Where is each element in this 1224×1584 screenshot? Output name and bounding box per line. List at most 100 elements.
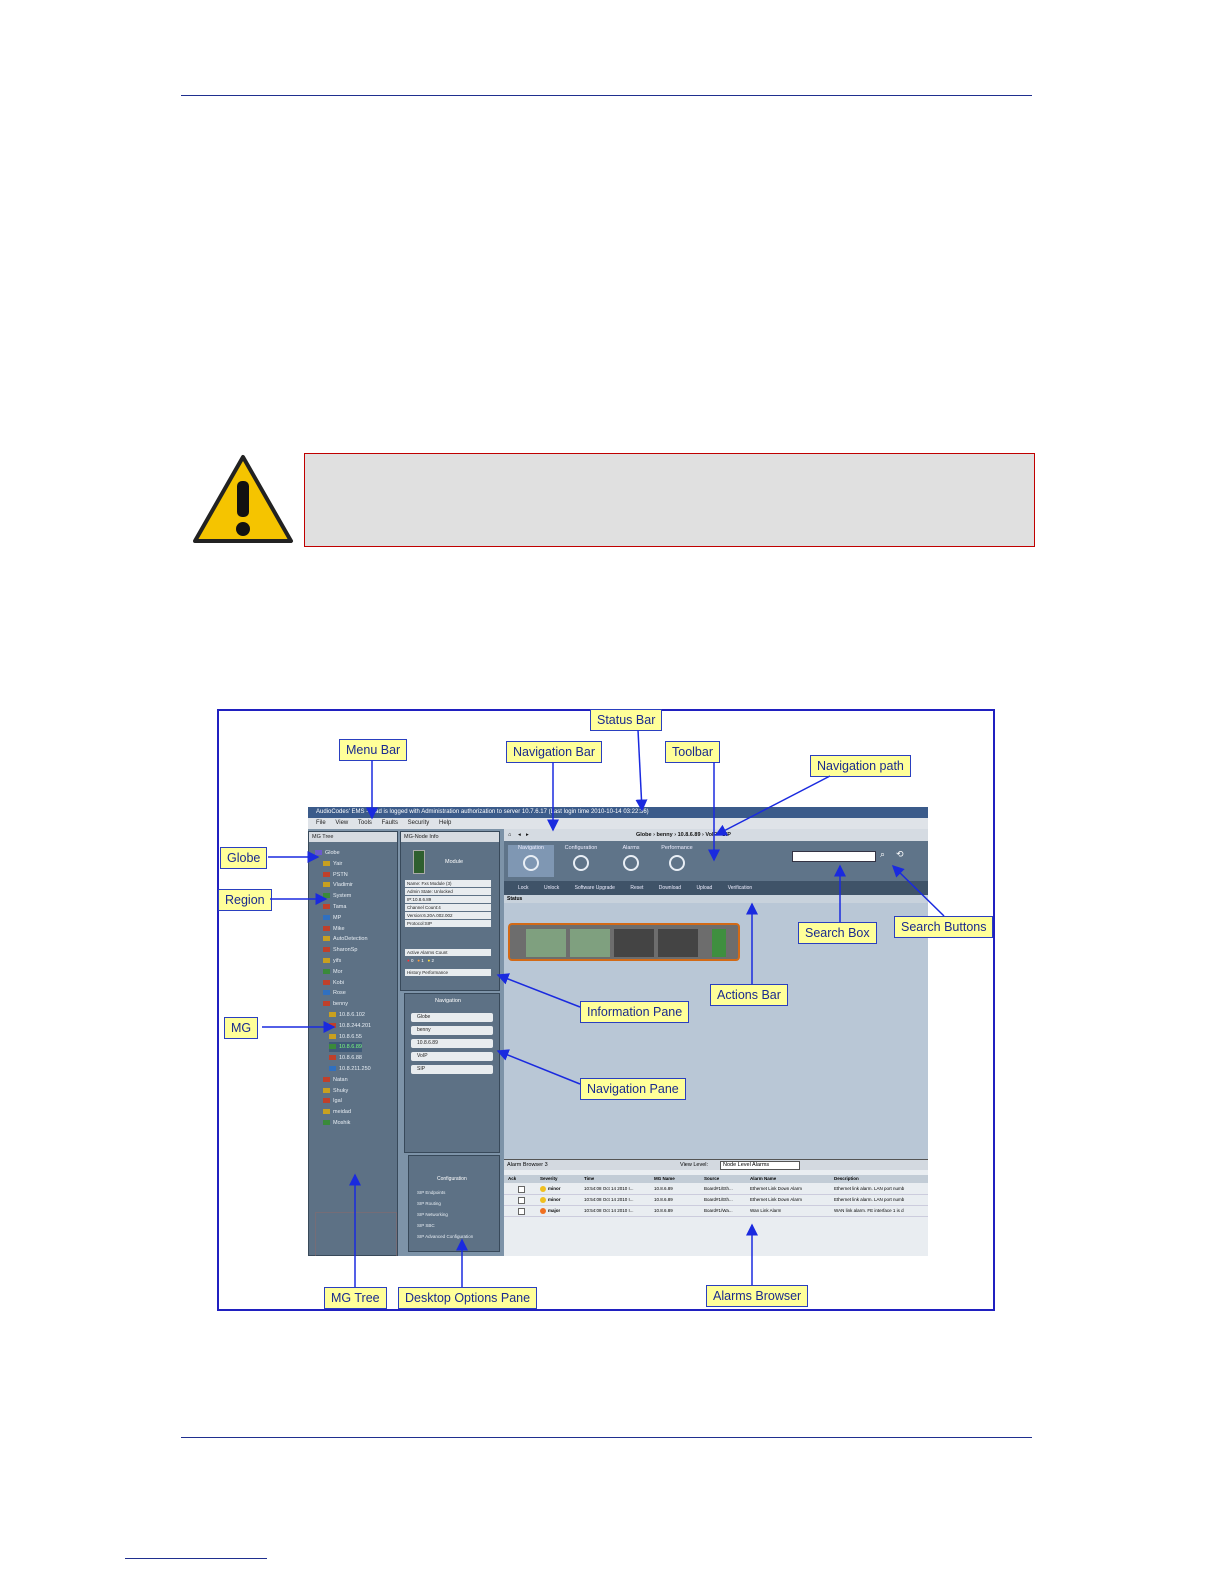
action-download[interactable]: Download <box>659 885 681 891</box>
ack-checkbox[interactable] <box>518 1197 525 1204</box>
table-row[interactable]: minor 10:54:08 Oct 14 2010 I... 10.8.6.89 B… <box>504 1195 928 1206</box>
tab-navigation[interactable]: Navigation <box>508 845 554 877</box>
nav-item-sip[interactable]: SIP <box>411 1065 493 1074</box>
search-icon[interactable]: ⌕ <box>880 849 885 860</box>
menu-tools[interactable]: Tools <box>358 820 372 826</box>
option-sip-advanced[interactable]: SIP Advanced Configuration <box>417 1234 473 1239</box>
minor-count: 2 <box>431 958 435 963</box>
mg-tree-item-label: 10.8.6.89 <box>339 1044 362 1051</box>
mg-tree-item-label: Igal <box>333 1098 342 1105</box>
mg-tree-item[interactable]: Moshik <box>323 1118 350 1128</box>
action-unlock[interactable]: Unlock <box>544 885 559 891</box>
mg-tree-item[interactable]: Yair <box>323 859 342 869</box>
nav-item-mg[interactable]: 10.8.6.89 <box>411 1039 493 1048</box>
menu-view[interactable]: View <box>335 820 348 826</box>
navigation-pane-header: Navigation <box>435 998 461 1004</box>
option-sip-sbc[interactable]: SIP SBC <box>417 1223 435 1228</box>
mg-tree-item[interactable]: 10.8.211.250 <box>329 1064 371 1074</box>
desktop-options-pane: Configuration SIP Endpoints SIP Routing … <box>408 1155 500 1252</box>
mg-tree-item[interactable]: 10.8.6.55 <box>329 1032 362 1042</box>
mg-tree-item[interactable]: Vladimir <box>323 880 353 890</box>
mg-tree-item[interactable]: Mike <box>323 924 345 934</box>
module-slot[interactable] <box>526 929 566 957</box>
home-icon[interactable]: ⌂ <box>508 829 511 841</box>
col-description[interactable]: Description <box>834 1175 859 1183</box>
mg-tree-item[interactable]: PSTN <box>323 870 348 880</box>
action-upload[interactable]: Upload <box>696 885 712 891</box>
option-sip-networking[interactable]: SIP Networking <box>417 1212 448 1217</box>
tab-configuration[interactable]: Configuration <box>558 845 604 877</box>
col-ack[interactable]: Ack <box>508 1175 516 1183</box>
mg-tree-item[interactable]: System <box>323 891 351 901</box>
mg-tree-item[interactable]: Shuky <box>323 1086 348 1096</box>
watermark-logo <box>315 1212 397 1256</box>
module-slot[interactable] <box>570 929 610 957</box>
view-level-select[interactable]: Node Level Alarms <box>720 1161 800 1170</box>
nav-item-globe[interactable]: Globe <box>411 1013 493 1022</box>
mg-tree-item[interactable]: 10.8.6.89 <box>329 1042 362 1053</box>
mg-tree-item[interactable]: AutoDetection <box>323 934 368 944</box>
menu-help[interactable]: Help <box>439 820 451 826</box>
mg-tree-item[interactable]: benny <box>323 999 348 1009</box>
action-software-upgrade[interactable]: Software Upgrade <box>575 885 615 891</box>
table-row[interactable]: minor 10:54:08 Oct 14 2010 I... 10.8.6.89 B… <box>504 1184 928 1195</box>
module-slot[interactable] <box>614 929 654 957</box>
ack-checkbox[interactable] <box>518 1186 525 1193</box>
mg-tree-item[interactable]: Rose <box>323 988 346 998</box>
path-sip[interactable]: SIP <box>722 832 731 838</box>
option-sip-routing[interactable]: SIP Routing <box>417 1201 441 1206</box>
mg-tree-item[interactable]: Globe <box>315 848 340 858</box>
menu-security[interactable]: Security <box>408 820 430 826</box>
tab-alarms[interactable]: Alarms <box>608 845 654 877</box>
mg-tree-item[interactable]: Tama <box>323 902 346 912</box>
action-lock[interactable]: Lock <box>518 885 529 891</box>
action-reset[interactable]: Reset <box>630 885 643 891</box>
mg-tree-item[interactable]: Igal <box>323 1096 342 1106</box>
nav-item-benny[interactable]: benny <box>411 1026 493 1035</box>
col-source[interactable]: Source <box>704 1175 719 1183</box>
node-icon <box>323 958 330 964</box>
col-alarm-name[interactable]: Alarm Name <box>750 1175 776 1183</box>
node-icon <box>329 1012 336 1018</box>
mg-tree-item[interactable]: Kobi <box>323 978 344 988</box>
ems-app-screenshot: AudioCodes' EMS - brad is logged with Ad… <box>308 807 928 1256</box>
back-icon[interactable]: ◂ <box>518 829 521 841</box>
search-input[interactable] <box>792 851 876 862</box>
mg-tree-item[interactable]: 10.8.6.102 <box>329 1010 365 1020</box>
menu-faults[interactable]: Faults <box>382 820 398 826</box>
history-performance-link[interactable]: History Performance <box>405 969 491 976</box>
mg-tree-item[interactable]: yifs <box>323 956 341 966</box>
callout-region: Region <box>218 889 272 911</box>
mg-tree-item[interactable]: Mor <box>323 967 342 977</box>
info-row: Name: Fxs Module (3) <box>405 880 491 887</box>
mg-tree-item[interactable]: Natan <box>323 1075 348 1085</box>
mg-tree-item-label: System <box>333 893 352 900</box>
ack-checkbox[interactable] <box>518 1208 525 1215</box>
path-voip[interactable]: VoIP <box>705 832 717 838</box>
path-mg[interactable]: 10.8.6.89 <box>678 832 701 838</box>
mg-tree-item[interactable]: MP <box>323 913 341 923</box>
col-mg-name[interactable]: MG Name <box>654 1175 675 1183</box>
col-severity[interactable]: Severity <box>540 1175 558 1183</box>
path-benny[interactable]: benny <box>656 832 672 838</box>
option-sip-endpoints[interactable]: SIP Endpoints <box>417 1190 445 1195</box>
menu-file[interactable]: File <box>316 820 326 826</box>
nav-item-voip[interactable]: VoIP <box>411 1052 493 1061</box>
device-chassis-image[interactable] <box>508 923 740 961</box>
action-verification[interactable]: Verification <box>728 885 752 891</box>
mg-tree-item[interactable]: 10.8.244.201 <box>329 1021 371 1031</box>
table-cell: 10.8.6.89 <box>654 1208 673 1213</box>
col-time[interactable]: Time <box>584 1175 594 1183</box>
node-icon <box>323 979 330 985</box>
mg-tree-item-label: benny <box>333 1001 348 1008</box>
path-globe[interactable]: Globe <box>636 832 652 838</box>
mg-tree-item[interactable]: 10.8.6.88 <box>329 1053 362 1063</box>
clear-search-icon[interactable]: ⟲ <box>896 849 904 860</box>
mg-tree-item[interactable]: meidad <box>323 1107 351 1117</box>
power-module[interactable] <box>712 929 726 957</box>
table-row[interactable]: major 10:54:08 Oct 14 2010 I... 10.8.6.89 B… <box>504 1206 928 1217</box>
mg-tree-item[interactable]: SharonSp <box>323 945 357 955</box>
tab-performance[interactable]: Performance <box>654 845 700 877</box>
forward-icon[interactable]: ▸ <box>526 829 529 841</box>
module-slot[interactable] <box>658 929 698 957</box>
